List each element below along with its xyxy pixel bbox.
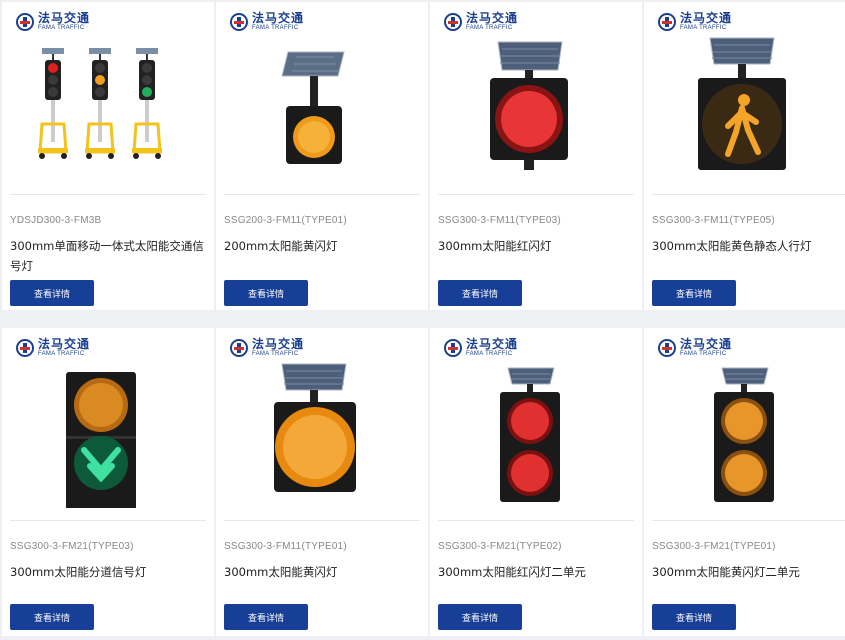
product-name[interactable]: 300mm太阳能红闪灯 [438, 236, 634, 256]
product-name[interactable]: 300mm太阳能黄闪灯二单元 [652, 562, 845, 582]
logo-cn: 法马交通 [38, 11, 91, 25]
logo-icon [444, 338, 462, 357]
product-model: SSG200-3-FM11(TYPE01) [224, 215, 347, 226]
product-name[interactable]: 300mm太阳能红闪灯二单元 [438, 562, 634, 582]
divider [438, 194, 634, 195]
divider [10, 520, 206, 521]
logo-en: FAMA TRAFFIC [680, 25, 727, 31]
view-details-button[interactable]: 查看详情 [10, 280, 94, 306]
product-model: YDSJD300-3-FM3B [10, 215, 102, 226]
divider [224, 520, 420, 521]
logo-icon [16, 12, 34, 31]
product-model: SSG300-3-FM21(TYPE01) [652, 541, 776, 552]
logo-en: FAMA TRAFFIC [252, 25, 299, 31]
logo-icon [658, 12, 676, 31]
divider [438, 520, 634, 521]
product-card[interactable]: 法马交通 FAMA TRAFFIC SSG300-3-FM21(TYPE03) 3… [2, 328, 214, 636]
brand-logo: 法马交通 FAMA TRAFFIC [16, 338, 90, 357]
divider [652, 520, 845, 521]
logo-en: FAMA TRAFFIC [252, 351, 299, 357]
divider [652, 194, 845, 195]
product-model: SSG300-3-FM11(TYPE03) [438, 215, 561, 226]
divider [10, 194, 206, 195]
view-details-button[interactable]: 查看详情 [224, 280, 308, 306]
product-image[interactable]: 法马交通 FAMA TRAFFIC [644, 2, 845, 182]
logo-cn: 法马交通 [680, 337, 733, 351]
brand-logo: 法马交通 FAMA TRAFFIC [444, 12, 518, 31]
logo-en: FAMA TRAFFIC [38, 25, 85, 31]
logo-cn: 法马交通 [38, 337, 91, 351]
logo-cn: 法马交通 [466, 11, 519, 25]
product-image[interactable]: 法马交通 FAMA TRAFFIC [430, 328, 642, 508]
divider [224, 194, 420, 195]
product-image[interactable]: 法马交通 FAMA TRAFFIC [430, 2, 642, 182]
view-details-button[interactable]: 查看详情 [652, 604, 736, 630]
product-name[interactable]: 300mm单面移动一体式太阳能交通信号灯 [10, 236, 206, 276]
logo-en: FAMA TRAFFIC [466, 351, 513, 357]
logo-icon [658, 338, 676, 357]
view-details-button[interactable]: 查看详情 [438, 280, 522, 306]
logo-cn: 法马交通 [680, 11, 733, 25]
product-card[interactable]: 法马交通 FAMA TRAFFIC YDSJD300-3-FM3B 300mm单面… [2, 2, 214, 310]
product-model: SSG300-3-FM21(TYPE03) [10, 541, 134, 552]
product-name[interactable]: 300mm太阳能黄闪灯 [224, 562, 420, 582]
product-card[interactable]: 法马交通 FAMA TRAFFIC SSG300-3-FM11(TYPE03) 3… [430, 2, 642, 310]
logo-icon [444, 12, 462, 31]
brand-logo: 法马交通 FAMA TRAFFIC [658, 12, 732, 31]
product-image[interactable]: 法马交通 FAMA TRAFFIC [2, 2, 214, 182]
brand-logo: 法马交通 FAMA TRAFFIC [444, 338, 518, 357]
product-card[interactable]: 法马交通 FAMA TRAFFIC SSG300-3-FM11(TYPE05) 3… [644, 2, 845, 310]
product-name[interactable]: 200mm太阳能黄闪灯 [224, 236, 420, 256]
view-details-button[interactable]: 查看详情 [652, 280, 736, 306]
logo-en: FAMA TRAFFIC [38, 351, 85, 357]
product-card[interactable]: 法马交通 FAMA TRAFFIC SSG200-3-FM11(TYPE01) 2… [216, 2, 428, 310]
view-details-button[interactable]: 查看详情 [224, 604, 308, 630]
product-name[interactable]: 300mm太阳能黄色静态人行灯 [652, 236, 845, 256]
view-details-button[interactable]: 查看详情 [10, 604, 94, 630]
product-image[interactable]: 法马交通 FAMA TRAFFIC [216, 2, 428, 182]
product-card[interactable]: 法马交通 FAMA TRAFFIC SSG300-3-FM21(TYPE02) 3… [430, 328, 642, 636]
product-model: SSG300-3-FM11(TYPE01) [224, 541, 347, 552]
product-name[interactable]: 300mm太阳能分道信号灯 [10, 562, 206, 582]
logo-icon [230, 12, 248, 31]
logo-cn: 法马交通 [252, 11, 305, 25]
product-card[interactable]: 法马交通 FAMA TRAFFIC SSG300-3-FM11(TYPE01) 3… [216, 328, 428, 636]
product-image[interactable]: 法马交通 FAMA TRAFFIC [216, 328, 428, 508]
view-details-button[interactable]: 查看详情 [438, 604, 522, 630]
logo-cn: 法马交通 [252, 337, 305, 351]
product-model: SSG300-3-FM21(TYPE02) [438, 541, 562, 552]
logo-icon [230, 338, 248, 357]
logo-en: FAMA TRAFFIC [466, 25, 513, 31]
logo-cn: 法马交通 [466, 337, 519, 351]
brand-logo: 法马交通 FAMA TRAFFIC [230, 338, 304, 357]
product-card[interactable]: 法马交通 FAMA TRAFFIC SSG300-3-FM21(TYPE01) 3… [644, 328, 845, 636]
product-model: SSG300-3-FM11(TYPE05) [652, 215, 775, 226]
brand-logo: 法马交通 FAMA TRAFFIC [16, 12, 90, 31]
brand-logo: 法马交通 FAMA TRAFFIC [230, 12, 304, 31]
logo-en: FAMA TRAFFIC [680, 351, 727, 357]
brand-logo: 法马交通 FAMA TRAFFIC [658, 338, 732, 357]
logo-icon [16, 338, 34, 357]
product-image[interactable]: 法马交通 FAMA TRAFFIC [2, 328, 214, 508]
product-image[interactable]: 法马交通 FAMA TRAFFIC [644, 328, 845, 508]
